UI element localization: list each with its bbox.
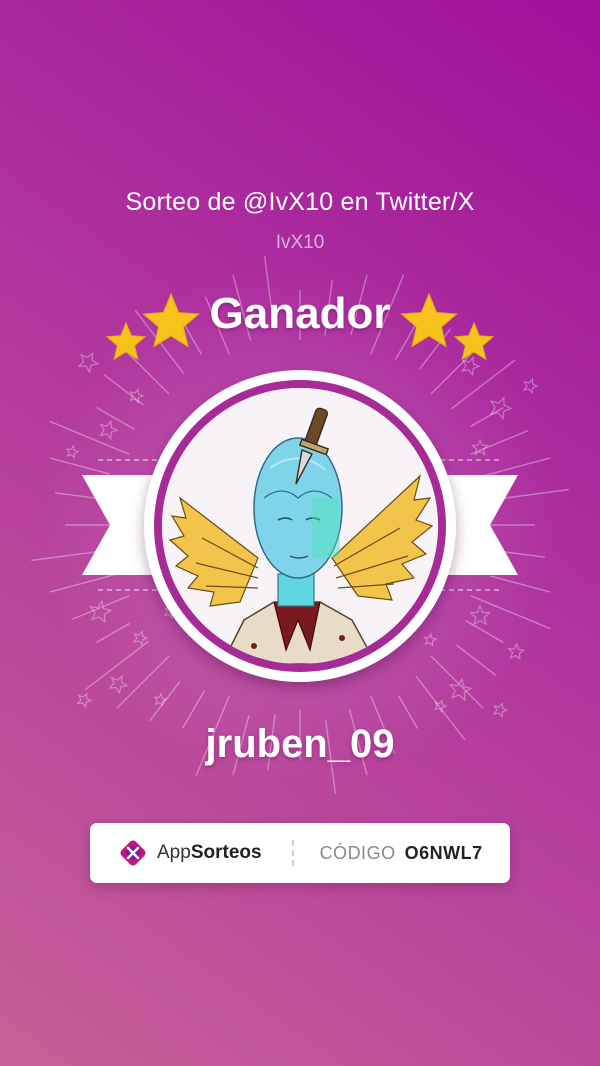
brand-prefix: App: [157, 842, 191, 863]
light-ray: [71, 595, 130, 621]
outline-star-icon: [489, 396, 513, 421]
light-ray: [31, 550, 105, 562]
light-ray: [490, 575, 551, 593]
winner-avatar-illustration: [162, 388, 438, 664]
outline-star-icon: [461, 356, 481, 377]
light-ray: [116, 341, 170, 395]
outline-star-icon: [88, 599, 113, 624]
footer-divider: [291, 840, 294, 866]
light-ray: [103, 374, 145, 406]
appsorteos-logo-icon: [120, 840, 146, 866]
outline-star-icon: [522, 377, 539, 395]
outline-star-icon: [77, 351, 100, 374]
outline-star-icon: [507, 642, 526, 661]
light-ray: [49, 457, 110, 475]
code-label: CÓDIGO: [319, 842, 396, 863]
outline-star-icon: [469, 604, 491, 626]
outline-star-icon: [76, 692, 93, 709]
light-ray: [470, 406, 504, 428]
outline-star-icon: [423, 632, 438, 647]
outline-star-icon: [99, 419, 119, 441]
certificate-footer: AppSorteos CÓDIGO O6NWL7: [90, 823, 510, 883]
light-ray: [470, 429, 529, 455]
light-ray: [489, 549, 545, 558]
avatar-frame: [144, 370, 456, 682]
light-ray: [49, 573, 116, 593]
outline-star-icon: [492, 701, 509, 719]
light-ray: [495, 488, 569, 500]
light-ray: [49, 420, 130, 455]
light-ray: [470, 595, 551, 630]
brand-suffix: Sorteos: [190, 842, 262, 863]
light-ray: [96, 622, 130, 644]
light-ray: [430, 655, 484, 709]
outline-star-icon: [433, 698, 448, 714]
brand-name: AppSorteos: [157, 842, 262, 864]
winner-username[interactable]: jruben_09: [0, 722, 600, 767]
light-ray: [116, 655, 170, 709]
header-account: IvX10: [275, 232, 325, 253]
outline-star-icon: [128, 387, 145, 405]
outline-star-icon: [65, 444, 80, 459]
light-ray: [430, 341, 484, 395]
light-ray: [484, 457, 551, 477]
header-title: Sorteo de @IvX10 en Twitter/X: [125, 188, 475, 216]
light-ray: [55, 492, 111, 501]
code-value: O6NWL7: [404, 842, 483, 863]
outline-star-icon: [153, 692, 168, 707]
light-ray: [465, 619, 504, 644]
light-ray: [149, 680, 181, 722]
outline-star-icon: [448, 677, 473, 702]
outline-star-icon: [470, 438, 490, 456]
winner-avatar: [162, 388, 438, 664]
light-ray: [84, 640, 149, 691]
light-ray: [455, 644, 497, 676]
winner-heading: Ganador: [209, 289, 391, 338]
light-ray: [96, 406, 135, 431]
brand[interactable]: AppSorteos: [116, 836, 262, 870]
light-ray: [451, 359, 516, 410]
outline-star-icon: [108, 674, 129, 695]
outline-star-icon: [132, 629, 149, 647]
